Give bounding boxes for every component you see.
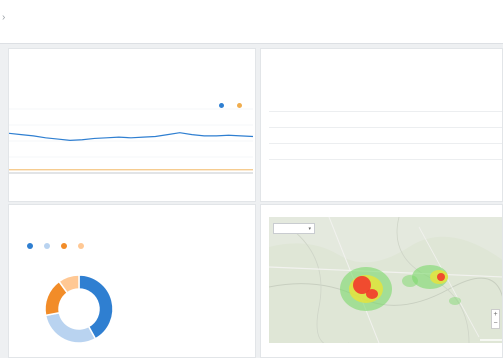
table-row (269, 143, 502, 159)
table-row (269, 127, 502, 143)
table-cell (445, 134, 502, 138)
table-cell (269, 166, 357, 170)
legend-swatch (44, 243, 50, 249)
table-cell (357, 166, 445, 170)
legend-swatch (78, 243, 84, 249)
heat-map[interactable]: ▾ + − (269, 217, 503, 343)
donut-legend (27, 243, 147, 249)
zoom-out-button[interactable]: − (493, 320, 497, 327)
efficiency-panel (260, 48, 503, 202)
series-line-1 (9, 132, 254, 141)
donut-slice-2[interactable] (44, 311, 97, 344)
donut-legend-item[interactable] (78, 243, 87, 249)
map-zoom-control: + − (491, 309, 500, 329)
table-cell (269, 118, 357, 122)
donut-legend-item[interactable] (44, 243, 53, 249)
efficiency-table (269, 111, 502, 175)
heat-blob (402, 275, 418, 287)
legend-swatch (61, 243, 67, 249)
donut-legend-item[interactable] (27, 243, 36, 249)
table-cell (269, 150, 357, 154)
table-cell (445, 166, 502, 170)
line-chart-panel (8, 48, 256, 202)
map-canvas[interactable] (269, 217, 503, 343)
map-type-select[interactable]: ▾ (273, 223, 315, 234)
top-bar: › (0, 0, 503, 44)
table-cell (357, 134, 445, 138)
usage-donut-panel (8, 204, 256, 358)
heat-blob (449, 297, 461, 305)
line-chart-plot (9, 108, 254, 174)
table-cell (445, 118, 502, 122)
breadcrumb: › (0, 10, 9, 24)
heat-blob (366, 289, 378, 299)
map-attribution (480, 339, 502, 341)
table-row (269, 159, 502, 175)
map-panel: ▾ + − (260, 204, 503, 358)
table-cell (357, 150, 445, 154)
table-cell (357, 118, 445, 122)
table-row (269, 111, 502, 127)
chevron-down-icon: ▾ (308, 225, 311, 232)
breadcrumb-separator: › (2, 11, 6, 23)
donut-legend-item[interactable] (61, 243, 70, 249)
legend-swatch (27, 243, 33, 249)
table-cell (269, 134, 357, 138)
table-cell (445, 150, 502, 154)
zoom-in-button[interactable]: + (493, 311, 497, 318)
heat-blob (437, 273, 445, 281)
usage-donut-chart (44, 274, 114, 344)
